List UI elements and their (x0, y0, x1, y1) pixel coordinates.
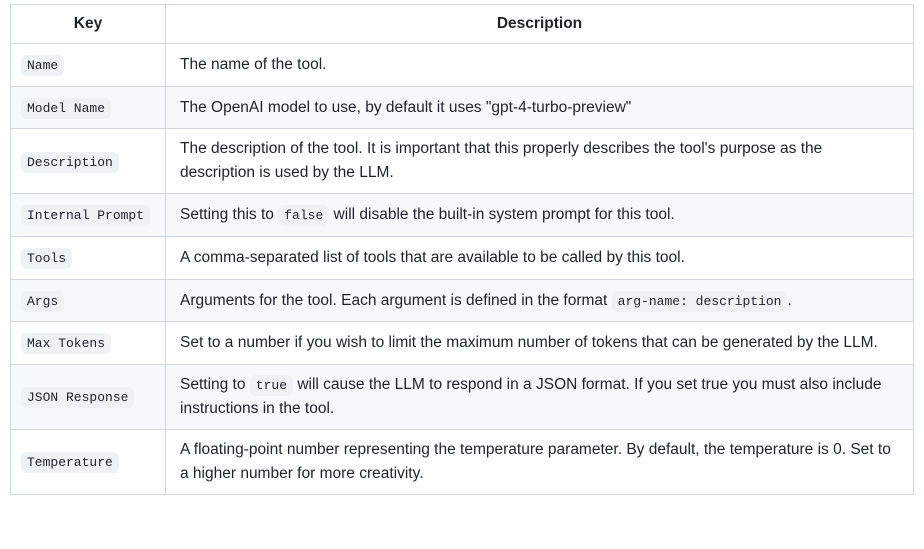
table-row: Args Arguments for the tool. Each argume… (11, 279, 914, 322)
desc-text: Set to a number if you wish to limit the… (180, 334, 878, 351)
description-cell: The OpenAI model to use, by default it u… (166, 86, 914, 129)
key-cell: Tools (11, 237, 166, 280)
key-code: Temperature (21, 452, 119, 473)
key-cell: Internal Prompt (11, 194, 166, 237)
desc-text: The name of the tool. (180, 56, 326, 73)
header-key: Key (11, 5, 166, 44)
desc-text: . (787, 292, 791, 309)
key-cell: Name (11, 44, 166, 87)
description-cell: The name of the tool. (166, 44, 914, 87)
key-code: Tools (21, 248, 72, 269)
description-cell: Setting to true will cause the LLM to re… (166, 365, 914, 430)
description-cell: The description of the tool. It is impor… (166, 129, 914, 194)
desc-text: The description of the tool. It is impor… (180, 140, 822, 181)
desc-text: Setting to (180, 376, 250, 393)
desc-code: true (250, 375, 293, 396)
key-code: Description (21, 152, 119, 173)
key-code: Model Name (21, 98, 111, 119)
table-row: JSON Response Setting to true will cause… (11, 365, 914, 430)
header-description: Description (166, 5, 914, 44)
desc-text: A comma-separated list of tools that are… (180, 249, 685, 266)
description-cell: Set to a number if you wish to limit the… (166, 322, 914, 365)
key-cell: Description (11, 129, 166, 194)
table-row: Max Tokens Set to a number if you wish t… (11, 322, 914, 365)
key-code: Args (21, 291, 64, 312)
key-cell: Args (11, 279, 166, 322)
key-code: Name (21, 55, 64, 76)
table-row: Description The description of the tool.… (11, 129, 914, 194)
key-code: JSON Response (21, 387, 134, 408)
description-cell: A floating-point number representing the… (166, 430, 914, 495)
desc-code: arg-name: description (612, 291, 788, 312)
table-row: Name The name of the tool. (11, 44, 914, 87)
desc-text: Setting this to (180, 206, 278, 223)
desc-text: The OpenAI model to use, by default it u… (180, 99, 631, 116)
key-code: Internal Prompt (21, 205, 150, 226)
description-cell: Setting this to false will disable the b… (166, 194, 914, 237)
key-cell: Model Name (11, 86, 166, 129)
desc-text: will disable the built-in system prompt … (329, 206, 674, 223)
key-code: Max Tokens (21, 333, 111, 354)
description-cell: Arguments for the tool. Each argument is… (166, 279, 914, 322)
key-cell: JSON Response (11, 365, 166, 430)
desc-code: false (278, 205, 329, 226)
table-row: Internal Prompt Setting this to false wi… (11, 194, 914, 237)
table-row: Model Name The OpenAI model to use, by d… (11, 86, 914, 129)
key-cell: Max Tokens (11, 322, 166, 365)
desc-text: Arguments for the tool. Each argument is… (180, 292, 612, 309)
table-header-row: Key Description (11, 5, 914, 44)
key-cell: Temperature (11, 430, 166, 495)
config-keys-table: Key Description Name The name of the too… (10, 4, 914, 495)
description-cell: A comma-separated list of tools that are… (166, 237, 914, 280)
table-row: Temperature A floating-point number repr… (11, 430, 914, 495)
table-row: Tools A comma-separated list of tools th… (11, 237, 914, 280)
desc-text: A floating-point number representing the… (180, 441, 891, 482)
